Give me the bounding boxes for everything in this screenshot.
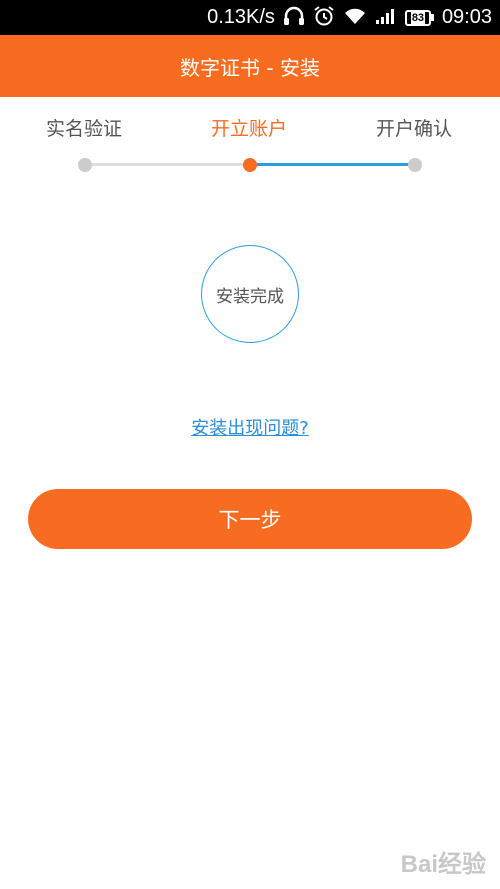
- progress-line-active: [250, 163, 415, 166]
- app-header: 数字证书 - 安装: [0, 35, 500, 97]
- step-labels: 实名验证 开立账户 开户确认: [0, 114, 500, 140]
- install-status-circle: 安装完成: [201, 245, 299, 343]
- next-step-button[interactable]: 下一步: [28, 489, 472, 549]
- status-indicators: 0.13K/s 83 09:03: [207, 0, 492, 35]
- step-dot-verify: [78, 158, 92, 172]
- step-label-open-account: 开立账户: [211, 118, 288, 140]
- install-problem-link[interactable]: 安装出现问题?: [191, 418, 309, 439]
- wifi-icon: [343, 6, 367, 30]
- step-label-verify: 实名验证: [46, 118, 123, 140]
- battery-level: 83: [410, 11, 426, 24]
- step-progress: [0, 155, 500, 175]
- install-status-label: 安装完成: [216, 286, 284, 307]
- net-speed: 0.13K/s: [207, 6, 275, 28]
- clock: 09:03: [441, 6, 492, 28]
- watermark: Bai经验: [400, 851, 486, 878]
- step-label-confirm: 开户确认: [376, 118, 453, 140]
- help-link-container: 安装出现问题?: [0, 414, 500, 440]
- status-bar: 0.13K/s 83 09:03: [0, 0, 500, 35]
- page-title: 数字证书 - 安装: [180, 55, 320, 80]
- step-dot-open-account: [243, 158, 257, 172]
- battery-icon: 83: [404, 9, 434, 26]
- headphones-icon: [283, 6, 305, 30]
- progress-line-done: [86, 163, 249, 166]
- signal-icon: [375, 7, 397, 29]
- step-dot-confirm: [408, 158, 422, 172]
- alarm-icon: [313, 5, 335, 31]
